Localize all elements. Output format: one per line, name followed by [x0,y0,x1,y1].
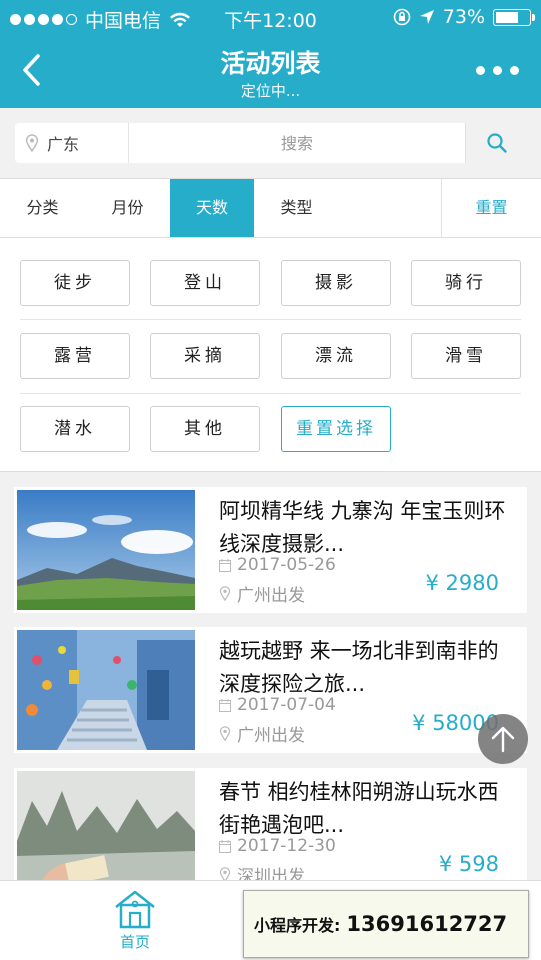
tag-diving[interactable]: 潜水 [20,406,130,452]
location-status: 定位中... [240,82,301,100]
promo-phone: 13691612727 [346,912,508,936]
search-input[interactable] [129,123,465,163]
tab-type[interactable]: 类型 [254,179,339,237]
location-pin-icon [219,726,231,741]
orientation-lock-icon [393,8,411,26]
tag-rafting[interactable]: 漂流 [281,333,391,379]
search-box: 广东 [15,123,527,163]
tab-home[interactable]: 首页 [100,889,170,952]
tag-row: 潜水 其他 重置选择 [20,406,521,454]
tag-skiing[interactable]: 滑雪 [411,333,521,379]
status-bar: 中国电信 下午12:00 73% [0,0,541,36]
activity-thumbnail [17,490,195,610]
activity-title: 阿坝精华线 九寨沟 年宝玉则环线深度摄影... [219,499,506,556]
activity-departure: 深圳出发 [219,862,305,880]
activity-date: 2017-05-26 [219,555,336,575]
page-title: 活动列表 [220,49,321,78]
activity-card[interactable]: 越玩越野 来一场北非到南非的深度探险之旅... 2017-07-04 广州出发 … [14,627,527,753]
calendar-icon [219,839,231,853]
scroll-to-top-button[interactable] [478,714,528,764]
tag-picking[interactable]: 采摘 [150,333,260,379]
more-options-icon[interactable] [476,66,519,75]
filter-bar: 分类 月份 天数 类型 重置 [0,178,541,238]
search-icon [486,133,507,153]
home-icon [115,890,155,929]
tag-photography[interactable]: 摄影 [281,260,391,306]
tag-filter-panel: 徒步 登山 摄影 骑行 露营 采摘 漂流 滑雪 潜水 其他 重置选择 [0,238,541,472]
tab-month[interactable]: 月份 [85,179,170,237]
promo-label: 小程序开发: [254,916,341,935]
activity-date: 2017-07-04 [219,695,336,715]
tab-category[interactable]: 分类 [0,179,85,237]
activity-price: ¥ 2980 [425,571,499,595]
activity-thumbnail [17,630,195,750]
location-pin-icon [219,586,231,601]
tab-home-label: 首页 [119,933,150,951]
activity-thumbnail [17,771,195,880]
battery-percent: 73% [442,6,485,28]
tag-row: 徒步 登山 摄影 骑行 [20,260,521,320]
location-pin-icon [219,867,231,880]
tag-other[interactable]: 其他 [150,406,260,452]
activity-card[interactable]: 阿坝精华线 九寨沟 年宝玉则环线深度摄影... 2017-05-26 广州出发 … [14,487,527,613]
location-arrow-icon [419,10,434,24]
promo-banner: 小程序开发: 13691612727 [243,890,529,958]
tag-mountaineering[interactable]: 登山 [150,260,260,306]
calendar-icon [219,558,231,572]
arrow-up-icon [491,726,515,753]
activity-departure: 广州出发 [219,721,305,746]
battery-icon [493,8,535,26]
location-pin-icon [25,134,39,152]
activity-title: 春节 相约桂林阳朔游山玩水西街艳遇泡吧... [219,780,499,837]
tag-reset-selection-button[interactable]: 重置选择 [281,406,391,452]
filter-reset-button[interactable]: 重置 [441,179,541,237]
activity-title: 越玩越野 来一场北非到南非的深度探险之旅... [219,639,499,696]
activity-card[interactable]: 春节 相约桂林阳朔游山玩水西街艳遇泡吧... 2017-12-30 深圳出发 ¥… [14,768,527,880]
city-selector[interactable]: 广东 [15,123,129,163]
activity-price: ¥ 598 [438,852,499,876]
search-button[interactable] [465,123,527,163]
tag-camping[interactable]: 露营 [20,333,130,379]
nav-bar: 活动列表 定位中... [0,36,541,108]
tag-cycling[interactable]: 骑行 [411,260,521,306]
city-label: 广东 [47,135,80,154]
search-section: 广东 [0,108,541,178]
activity-list: 阿坝精华线 九寨沟 年宝玉则环线深度摄影... 2017-05-26 广州出发 … [0,472,541,880]
tab-days[interactable]: 天数 [170,179,254,237]
tag-hiking[interactable]: 徒步 [20,260,130,306]
activity-departure: 广州出发 [219,581,305,606]
activity-date: 2017-12-30 [219,836,336,856]
tag-row: 露营 采摘 漂流 滑雪 [20,333,521,394]
calendar-icon [219,698,231,712]
